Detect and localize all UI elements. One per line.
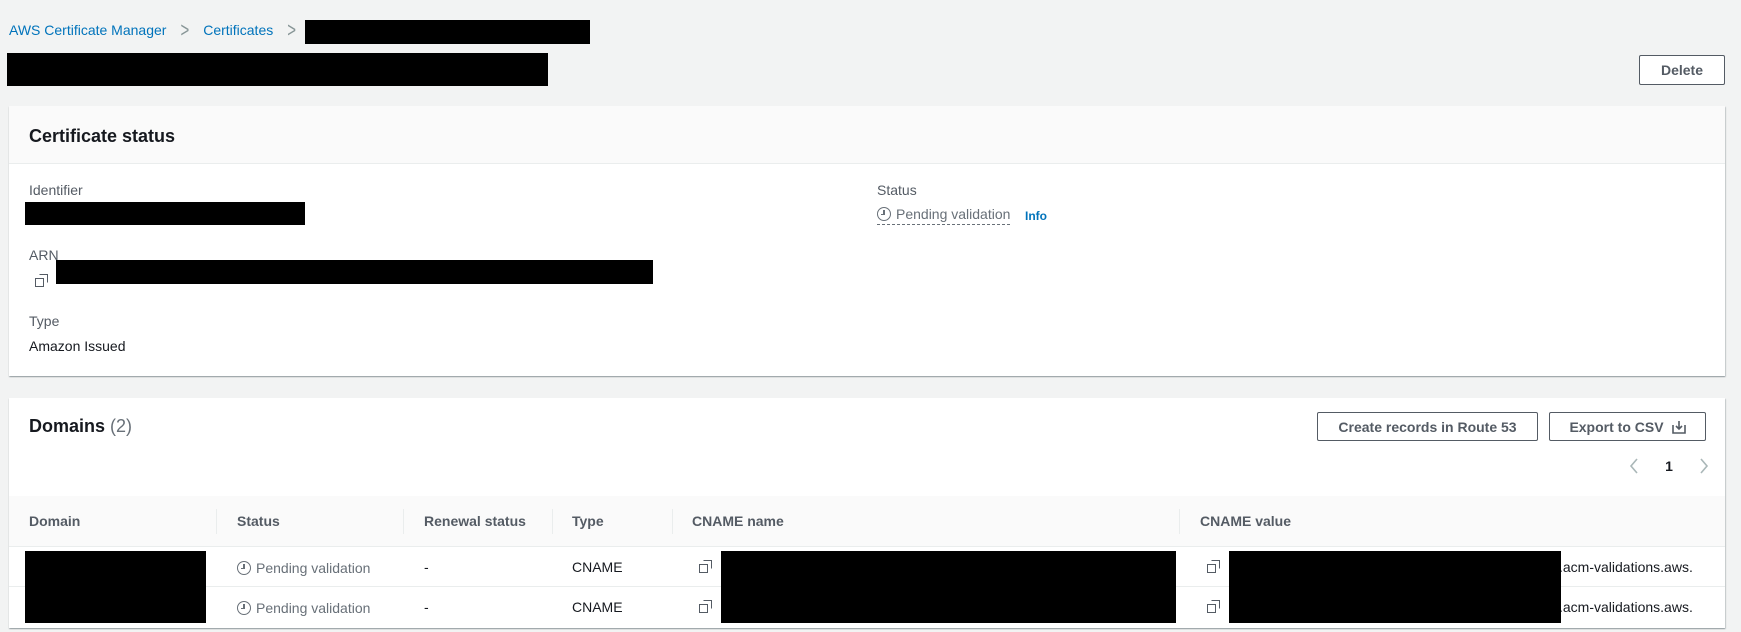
status-info-link[interactable]: Info: [1025, 209, 1047, 223]
column-header-status[interactable]: Status: [237, 496, 280, 547]
column-header-domain[interactable]: Domain: [29, 496, 80, 547]
cname-value-prefix-redacted: [1229, 551, 1561, 623]
delete-button[interactable]: Delete: [1639, 55, 1725, 85]
arn-label: ARN: [29, 247, 59, 263]
domains-count: (2): [110, 416, 133, 436]
column-header-type[interactable]: Type: [572, 496, 604, 547]
export-csv-button[interactable]: Export to CSV: [1549, 412, 1706, 441]
copy-cname-value-icon[interactable]: [1207, 560, 1221, 574]
page-title-redacted: [7, 53, 548, 86]
create-records-route53-button[interactable]: Create records in Route 53: [1317, 412, 1538, 441]
type-label: Type: [29, 313, 60, 329]
table-header: Domain Status Renewal status Type CNAME …: [9, 496, 1725, 547]
row-status-text: Pending validation: [256, 560, 371, 576]
copy-cname-value-icon[interactable]: [1207, 600, 1221, 614]
pending-clock-icon: [877, 207, 891, 221]
arn-value-redacted: [56, 260, 653, 284]
domain-values-redacted: [25, 551, 206, 623]
certificate-status-value[interactable]: Pending validation: [877, 206, 1011, 225]
breadcrumb-separator-icon: >: [287, 18, 296, 42]
copy-cname-name-icon[interactable]: [699, 600, 713, 614]
pending-clock-icon: [237, 561, 251, 575]
download-icon: [1671, 420, 1686, 434]
identifier-value-redacted: [25, 202, 305, 225]
column-header-renewal-status[interactable]: Renewal status: [424, 496, 526, 547]
certificate-status-text: Pending validation: [896, 206, 1011, 222]
column-header-cname-value[interactable]: CNAME value: [1200, 496, 1291, 547]
export-csv-label: Export to CSV: [1569, 418, 1664, 435]
breadcrumb-separator-icon: >: [180, 18, 190, 42]
row-status-text: Pending validation: [256, 600, 371, 616]
pagination: 1: [1629, 456, 1709, 476]
certificate-status-header: [9, 106, 1725, 164]
domains-panel: Domains (2) Create records in Route 53 E…: [9, 398, 1725, 628]
identifier-label: Identifier: [29, 182, 83, 198]
row-cname-value-suffix: .acm-validations.aws.: [1559, 559, 1693, 575]
column-divider: [216, 509, 217, 534]
breadcrumb-link-acm[interactable]: AWS Certificate Manager: [9, 22, 166, 38]
pending-clock-icon: [237, 601, 251, 615]
pagination-prev-icon[interactable]: [1629, 458, 1639, 474]
row-renewal-status: -: [424, 559, 429, 575]
delete-button-label: Delete: [1660, 62, 1704, 78]
domains-title: Domains (2): [29, 416, 132, 437]
breadcrumb-current-redacted: [305, 20, 590, 44]
column-divider: [552, 509, 553, 534]
row-type: CNAME: [572, 559, 623, 575]
row-status: Pending validation: [237, 600, 370, 616]
copy-cname-name-icon[interactable]: [699, 560, 713, 574]
pagination-next-icon[interactable]: [1699, 458, 1709, 474]
row-type: CNAME: [572, 599, 623, 615]
status-label: Status: [877, 182, 917, 198]
pagination-page-1[interactable]: 1: [1665, 458, 1673, 474]
create-records-label: Create records in Route 53: [1338, 418, 1517, 435]
breadcrumb-link-certificates[interactable]: Certificates: [203, 22, 273, 38]
column-divider: [1179, 509, 1180, 534]
certificate-status-panel: Certificate status Identifier ARN Type A…: [9, 106, 1725, 376]
type-value: Amazon Issued: [29, 338, 126, 354]
column-header-cname-name[interactable]: CNAME name: [692, 496, 784, 547]
row-renewal-status: -: [424, 599, 429, 615]
row-cname-value-suffix: .acm-validations.aws.: [1559, 599, 1693, 615]
column-divider: [403, 509, 404, 534]
breadcrumb: AWS Certificate Manager > Certificates >: [9, 18, 310, 42]
copy-arn-icon[interactable]: [35, 274, 49, 288]
domains-table: Domain Status Renewal status Type CNAME …: [9, 496, 1725, 628]
domains-title-text: Domains: [29, 416, 106, 436]
cname-name-values-redacted: [721, 551, 1176, 623]
column-divider: [672, 509, 673, 534]
certificate-status-title: Certificate status: [29, 126, 176, 146]
row-status: Pending validation: [237, 560, 370, 576]
